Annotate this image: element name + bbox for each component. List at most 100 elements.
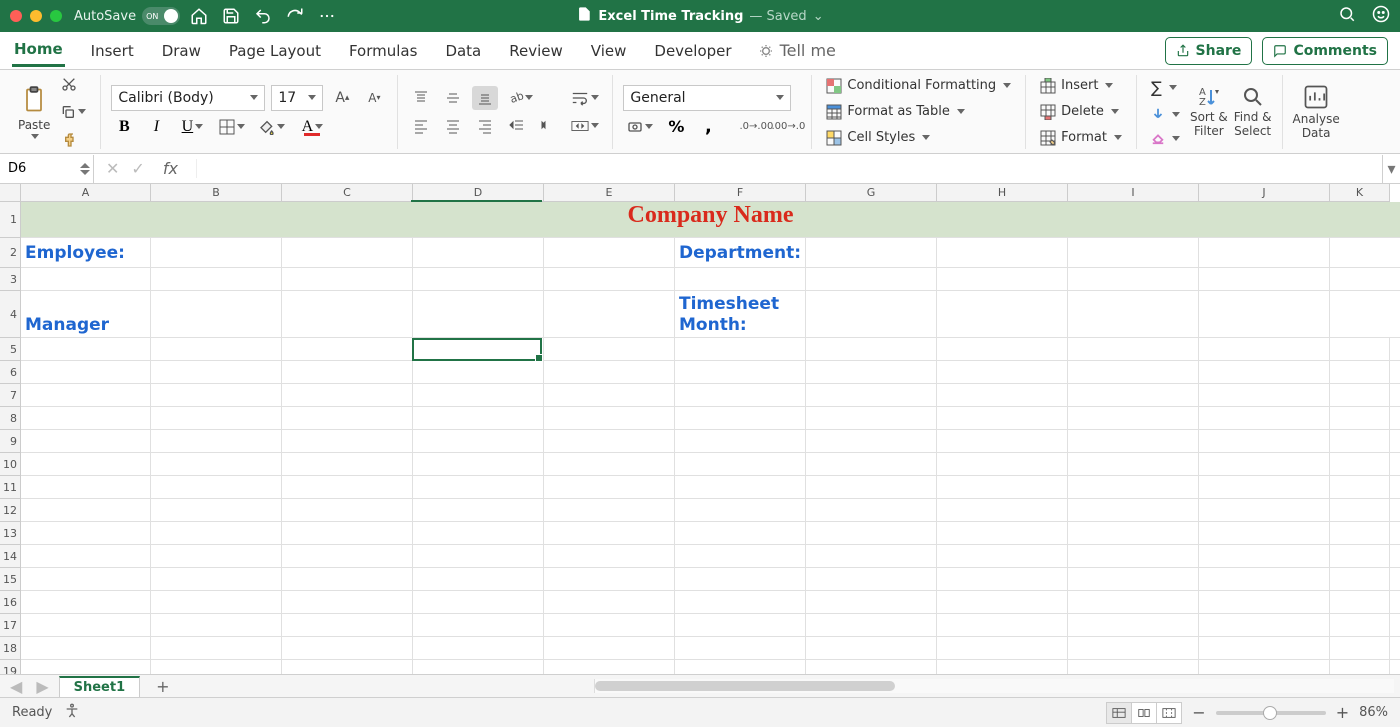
cell-k5[interactable] [1330, 338, 1390, 360]
cell-a9[interactable] [21, 430, 151, 452]
cell-g16[interactable] [806, 591, 937, 613]
increase-font-icon[interactable]: A▴ [329, 86, 355, 110]
row-header-15[interactable]: 15 [0, 568, 21, 591]
bold-button[interactable]: B [111, 115, 137, 139]
cell-i6[interactable] [1068, 361, 1199, 383]
row-header-13[interactable]: 13 [0, 522, 21, 545]
cell-h7[interactable] [937, 384, 1068, 406]
cell-k13[interactable] [1330, 522, 1390, 544]
cell-g6[interactable] [806, 361, 937, 383]
cell-f8[interactable] [675, 407, 806, 429]
cell-c7[interactable] [282, 384, 413, 406]
cell-k6[interactable] [1330, 361, 1390, 383]
cell-j7[interactable] [1199, 384, 1330, 406]
cell-k11[interactable] [1330, 476, 1390, 498]
enter-formula-icon[interactable]: ✓ [131, 159, 144, 178]
find-select-button[interactable]: Find & Select [1234, 85, 1272, 137]
cell-a12[interactable] [21, 499, 151, 521]
cell-f4[interactable]: Timesheet Month: [675, 291, 806, 337]
align-right-icon[interactable] [472, 114, 498, 138]
cell-d14[interactable] [413, 545, 544, 567]
cell-a14[interactable] [21, 545, 151, 567]
cell-c18[interactable] [282, 637, 413, 659]
cell-i7[interactable] [1068, 384, 1199, 406]
more-icon[interactable] [318, 7, 336, 25]
cell-k8[interactable] [1330, 407, 1390, 429]
increase-indent-icon[interactable] [536, 114, 562, 138]
cell-g5[interactable] [806, 338, 937, 360]
cell-b15[interactable] [151, 568, 282, 590]
cell-b17[interactable] [151, 614, 282, 636]
cell-f9[interactable] [675, 430, 806, 452]
share-button[interactable]: Share [1165, 37, 1253, 65]
chevron-down-icon[interactable]: ⌄ [813, 9, 824, 24]
cell-c15[interactable] [282, 568, 413, 590]
comments-button[interactable]: Comments [1262, 37, 1388, 65]
cell-h2[interactable] [937, 238, 1068, 267]
redo-icon[interactable] [286, 7, 304, 25]
cell-j16[interactable] [1199, 591, 1330, 613]
cell-c19[interactable] [282, 660, 413, 674]
decrease-indent-icon[interactable] [504, 114, 530, 138]
page-layout-view-button[interactable] [1131, 702, 1157, 724]
analyse-data-button[interactable]: Analyse Data [1293, 83, 1340, 139]
cell-d12[interactable] [413, 499, 544, 521]
cell-j17[interactable] [1199, 614, 1330, 636]
col-header-g[interactable]: G [806, 184, 937, 202]
prev-sheet-button[interactable]: ◀ [6, 677, 26, 696]
cell-d15[interactable] [413, 568, 544, 590]
conditional-formatting-button[interactable]: Conditional Formatting [822, 76, 1015, 96]
row-header-1[interactable]: 1 [0, 202, 21, 238]
row-header-12[interactable]: 12 [0, 499, 21, 522]
cell-g15[interactable] [806, 568, 937, 590]
cell-i11[interactable] [1068, 476, 1199, 498]
insert-cells-button[interactable]: Insert [1036, 76, 1126, 96]
cell-a18[interactable] [21, 637, 151, 659]
cell-a16[interactable] [21, 591, 151, 613]
cell-c17[interactable] [282, 614, 413, 636]
company-name-cell[interactable]: Company Name [21, 202, 1400, 229]
sort-filter-button[interactable]: AZ Sort & Filter [1190, 85, 1228, 137]
cell-h17[interactable] [937, 614, 1068, 636]
cell-b7[interactable] [151, 384, 282, 406]
cell-j11[interactable] [1199, 476, 1330, 498]
cell-j10[interactable] [1199, 453, 1330, 475]
col-header-j[interactable]: J [1199, 184, 1330, 202]
cell-e9[interactable] [544, 430, 675, 452]
cell-h15[interactable] [937, 568, 1068, 590]
row-header-19[interactable]: 19 [0, 660, 21, 674]
accounting-format-icon[interactable] [623, 115, 657, 139]
zoom-slider[interactable] [1216, 711, 1326, 715]
tab-page-layout[interactable]: Page Layout [227, 36, 323, 66]
cell-f5[interactable] [675, 338, 806, 360]
page-break-view-button[interactable] [1156, 702, 1182, 724]
cell-f2[interactable]: Department: [675, 238, 806, 267]
cell-h19[interactable] [937, 660, 1068, 674]
cell-k7[interactable] [1330, 384, 1390, 406]
cell-b9[interactable] [151, 430, 282, 452]
percent-format-icon[interactable]: % [663, 115, 689, 139]
save-icon[interactable] [222, 7, 240, 25]
expand-formula-bar-icon[interactable]: ▾ [1382, 155, 1400, 183]
cell-k14[interactable] [1330, 545, 1390, 567]
cell-f17[interactable] [675, 614, 806, 636]
cell-a3[interactable] [21, 268, 151, 290]
fill-color-button[interactable] [255, 115, 289, 139]
cell-i2[interactable] [1068, 238, 1199, 267]
cell-e6[interactable] [544, 361, 675, 383]
cell-d19[interactable] [413, 660, 544, 674]
row-header-11[interactable]: 11 [0, 476, 21, 499]
cell-c12[interactable] [282, 499, 413, 521]
cell-g19[interactable] [806, 660, 937, 674]
account-icon[interactable] [1372, 5, 1390, 27]
cell-h13[interactable] [937, 522, 1068, 544]
cell-e15[interactable] [544, 568, 675, 590]
cell-j12[interactable] [1199, 499, 1330, 521]
merge-center-button[interactable] [568, 114, 602, 138]
add-sheet-button[interactable]: + [146, 677, 179, 696]
cell-b13[interactable] [151, 522, 282, 544]
font-color-button[interactable]: A [295, 115, 329, 139]
cell-i10[interactable] [1068, 453, 1199, 475]
cell-d9[interactable] [413, 430, 544, 452]
font-name-select[interactable]: Calibri (Body) [111, 85, 265, 111]
